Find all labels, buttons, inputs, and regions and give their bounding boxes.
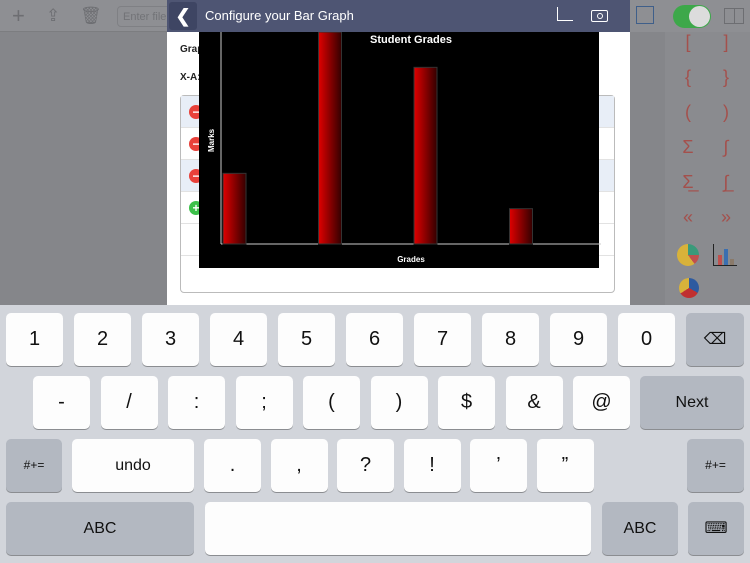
keyboard-icon: ⌨ [704,520,728,537]
symbols-key[interactable]: #+= [6,439,62,492]
key[interactable]: $ [438,376,495,429]
bar-chart-icon[interactable] [713,244,737,266]
pen-icon[interactable] [636,6,654,24]
key[interactable]: ; [235,376,293,429]
symbol-button[interactable]: ) [711,102,741,123]
abc-key[interactable]: ABC [6,502,194,555]
key[interactable]: & [505,376,563,429]
symbol-button[interactable]: Σ̲ [673,172,703,193]
back-button[interactable]: ❮ [169,2,197,30]
symbols-key[interactable]: #+= [687,439,744,492]
book-icon[interactable] [724,8,744,24]
key[interactable]: ( [303,376,360,429]
x-axis-label: X-A: [180,72,201,83]
bar-chart: Student Grades Grades Marks [199,32,601,268]
key[interactable]: ) [370,376,428,429]
key[interactable]: @ [573,376,630,429]
symbol-button[interactable]: [ [673,32,703,53]
abc-key[interactable]: ABC [602,502,678,555]
symbol-button[interactable]: « [673,207,703,228]
key[interactable]: 7 [414,313,471,366]
key[interactable]: : [168,376,225,429]
symbol-button[interactable]: » [711,207,741,228]
symbol-button[interactable]: ] [711,32,741,53]
pie-chart-icon[interactable] [677,244,699,266]
chart-title: Student Grades [370,34,452,46]
key[interactable]: 2 [74,313,131,366]
chevron-left-icon: ❮ [175,6,191,26]
key[interactable]: ” [536,439,594,492]
key[interactable]: ! [403,439,461,492]
y-axis-title: Marks [207,128,216,152]
next-key[interactable]: Next [640,376,744,429]
toggle-switch[interactable] [673,5,711,28]
undo-key[interactable]: undo [72,439,194,492]
key[interactable]: . [204,439,261,492]
chart-svg: Student Grades Grades Marks [207,32,601,264]
bar [222,172,247,245]
dialog-title: Configure your Bar Graph [205,8,354,23]
trash-icon[interactable]: 🗑 [80,6,102,26]
symbol-button[interactable]: { [673,67,703,88]
space-key[interactable] [205,502,591,555]
bar [413,66,438,245]
symbol-button[interactable]: ∫ [711,137,741,158]
symbol-button[interactable]: ∫̲ [711,172,741,193]
symbol-button[interactable]: ( [673,102,703,123]
key[interactable]: 3 [142,313,199,366]
venn-diagram-icon[interactable] [679,278,699,298]
key[interactable]: / [100,376,158,429]
backspace-key[interactable]: ⌫ [686,313,744,366]
key[interactable]: 1 [6,313,63,366]
share-icon[interactable]: ⇪ [46,6,60,26]
key[interactable]: 5 [278,313,335,366]
key[interactable]: 0 [618,313,675,366]
bar [509,208,533,245]
key[interactable]: 9 [550,313,607,366]
key[interactable]: 4 [210,313,267,366]
symbol-button[interactable]: } [711,67,741,88]
key[interactable]: 8 [482,313,539,366]
camera-icon[interactable] [591,10,608,22]
edit-icon[interactable] [557,7,573,21]
key[interactable]: ’ [470,439,527,492]
key[interactable]: - [33,376,90,429]
key[interactable]: , [270,439,328,492]
key[interactable]: 6 [346,313,403,366]
hide-keyboard-key[interactable]: ⌨ [688,502,744,555]
symbol-button[interactable]: Σ [673,137,703,158]
plus-icon[interactable]: + [12,3,25,29]
bar [318,32,342,245]
backspace-icon: ⌫ [703,331,727,348]
key[interactable]: ? [337,439,394,492]
x-axis-title: Grades [397,255,425,264]
